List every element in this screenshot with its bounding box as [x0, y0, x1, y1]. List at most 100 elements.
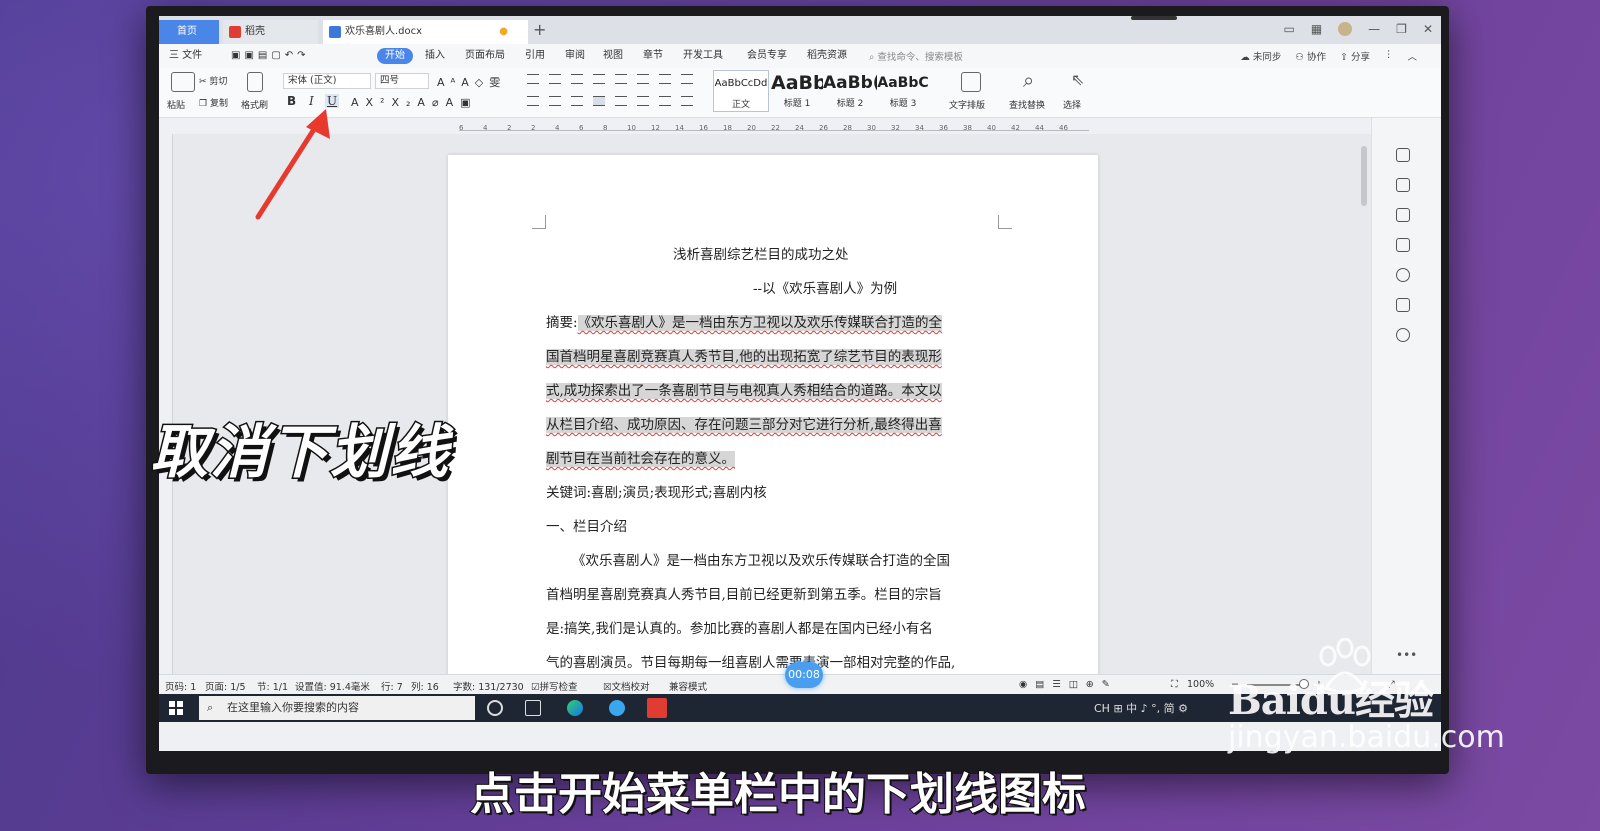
wps-app-icon[interactable] [647, 698, 667, 718]
cut-button[interactable]: ✂ 剪切 [199, 74, 227, 87]
doc-proof-button[interactable]: ☒文档校对 [603, 679, 650, 693]
taskbar-search-box[interactable]: ⌕ 在这里输入你要搜索的内容 [199, 696, 475, 720]
ruler-tick: 10 [627, 124, 636, 132]
align-justify-icon[interactable] [593, 96, 605, 106]
format-painter-icon[interactable] [247, 72, 263, 92]
fit-icon[interactable]: ⛶ [1171, 679, 1178, 690]
tab-document[interactable]: 欢乐喜剧人.docx ● [323, 20, 528, 44]
numbered-list-icon[interactable] [549, 74, 561, 84]
more-icon[interactable]: ⋮ [1384, 49, 1394, 63]
style-heading-1[interactable]: AaBb 标题 1 [771, 70, 823, 112]
menu-file[interactable]: 三 文件 [169, 48, 202, 64]
close-icon[interactable]: ✕ [1423, 22, 1433, 36]
align-center-icon[interactable] [549, 96, 561, 106]
windows-start-icon[interactable] [169, 701, 183, 715]
person-icon: ⚇ [1295, 52, 1307, 63]
sort-icon[interactable] [615, 74, 627, 84]
show-marks-icon[interactable] [637, 74, 649, 84]
indent-increase-icon[interactable] [593, 74, 605, 84]
paragraph-spacing-icon[interactable] [637, 96, 649, 106]
apps-grid-icon[interactable]: ▦ [1311, 22, 1322, 36]
collapse-ribbon-icon[interactable]: ︿ [1407, 49, 1417, 63]
line-spacing-icon[interactable] [659, 74, 671, 84]
font-family-select[interactable]: 宋体 (正文) [283, 73, 371, 89]
window-controls: ▭ ▦ — ❐ ✕ [1283, 22, 1433, 36]
help-icon[interactable] [1396, 268, 1410, 282]
paste-icon[interactable] [171, 72, 195, 92]
menu-member[interactable]: 会员专享 [747, 48, 787, 64]
table-insert-icon[interactable] [681, 74, 693, 84]
settings-sliders-icon[interactable] [1396, 238, 1410, 252]
bullet-list-icon[interactable] [527, 74, 539, 84]
copy-button[interactable]: ❐ 复制 [199, 96, 228, 109]
zoom-level[interactable]: 100% [1187, 679, 1214, 690]
tab-docer[interactable]: 稻壳 [223, 20, 318, 44]
font-size-adjust-icons[interactable]: AᴬA◇雯 [437, 74, 506, 90]
text-layout-label[interactable]: 文字排版 [949, 98, 985, 111]
menu-chapter[interactable]: 章节 [643, 48, 663, 64]
image-icon[interactable] [1396, 298, 1410, 312]
command-search[interactable]: ⌕ 查找命令、搜索模板 [869, 49, 963, 63]
horizontal-ruler[interactable]: 6 4 2 2 4 6 8 10 12 14 16 18 20 22 24 26 28 30 32 34 36 38 40 4… [159, 118, 1441, 134]
task-view-icon[interactable] [525, 700, 541, 716]
spell-check-toggle[interactable]: ☑拼写检查 [531, 679, 578, 693]
magnifier-icon[interactable]: ⌕ [1023, 68, 1034, 92]
edge-browser-icon[interactable] [567, 700, 583, 716]
system-tray[interactable]: CH ⊞ 中 ♪ °, 简 ⚙ [1094, 700, 1188, 716]
ruler-tick: 40 [987, 124, 996, 132]
menu-insert[interactable]: 插入 [425, 48, 445, 64]
menu-review[interactable]: 审阅 [565, 48, 585, 64]
ruler-tick: 42 [1011, 124, 1020, 132]
collab-button[interactable]: ⚇ 协作 [1295, 49, 1326, 63]
vertical-ruler[interactable] [159, 134, 173, 674]
new-tab-button[interactable]: + [533, 20, 546, 39]
shading-icon[interactable] [659, 96, 671, 106]
avatar[interactable] [1338, 22, 1353, 36]
keywords-line: 关键词:喜剧;演员;表现形式;喜剧内核 [546, 485, 767, 501]
quick-access-icons[interactable]: ▣▣▤▢↶↷ [231, 48, 310, 64]
tab-home[interactable]: 首页 [159, 20, 219, 44]
find-replace-label[interactable]: 查找替换 [1009, 98, 1045, 111]
ruler-tick: 46 [1059, 124, 1068, 132]
more-panel-icon[interactable]: ••• [1396, 648, 1417, 662]
sync-button[interactable]: ☁ 未同步 [1240, 49, 1281, 63]
text-effect-icons[interactable]: AX²X₂A⌀A▣ [351, 96, 477, 109]
borders-icon[interactable] [681, 96, 693, 106]
align-right-icon[interactable] [571, 96, 583, 106]
menu-start[interactable]: 开始 [377, 48, 413, 64]
menu-docer-resources[interactable]: 稻壳资源 [807, 48, 847, 64]
minimize-icon[interactable]: — [1368, 22, 1380, 36]
body-line: 是:搞笑,我们是认真的。参加比赛的喜剧人都是在国内已经小有名 [546, 621, 933, 637]
text-layout-icon[interactable] [961, 72, 981, 92]
menu-bar: 三 文件 ▣▣▤▢↶↷ 开始 插入 页面布局 引用 审阅 视图 章节 开发工具 … [159, 44, 1441, 68]
share-button[interactable]: ⇪ 分享 [1340, 49, 1370, 63]
menu-references[interactable]: 引用 [525, 48, 545, 64]
style-heading-2[interactable]: AaBb( 标题 2 [823, 70, 877, 112]
align-left-icon[interactable] [527, 96, 539, 106]
distribute-icon[interactable] [615, 96, 627, 106]
body-line: 《欢乐喜剧人》是一档由东方卫视以及欢乐传媒联合打造的全国 [572, 553, 950, 569]
document-page[interactable]: 浅析喜剧综艺栏目的成功之处 --以《欢乐喜剧人》为例 摘要:《欢乐喜剧人》是一档… [448, 155, 1098, 685]
font-size-select[interactable]: 四号 [375, 73, 429, 89]
view-mode-icons[interactable]: ◉▤☰◫⊕✎ [1019, 679, 1118, 690]
layout-icon[interactable]: ▭ [1283, 22, 1294, 36]
share-panel-icon[interactable] [1396, 328, 1410, 342]
menu-developer[interactable]: 开发工具 [683, 48, 723, 64]
menu-page-layout[interactable]: 页面布局 [465, 48, 505, 64]
rocket-icon[interactable] [1396, 148, 1410, 162]
select-label[interactable]: 选择 [1063, 98, 1081, 111]
restore-icon[interactable]: ❐ [1396, 22, 1407, 36]
cortana-icon[interactable] [487, 700, 503, 716]
pen-icon[interactable] [1396, 178, 1410, 192]
browser-icon[interactable] [609, 700, 625, 716]
indent-decrease-icon[interactable] [571, 74, 583, 84]
style-heading-3[interactable]: AaBbC 标题 3 [877, 70, 929, 112]
watermark-url: jingyan.baidu.com [1228, 720, 1505, 755]
menu-view[interactable]: 视图 [603, 48, 623, 64]
ruler-tick: 2 [507, 124, 512, 132]
vertical-scrollbar[interactable] [1361, 146, 1367, 206]
pointer-icon[interactable] [1396, 208, 1410, 222]
cursor-select-icon[interactable]: ⇖ [1071, 70, 1084, 89]
style-normal[interactable]: AaBbCcDd 正文 [713, 70, 769, 112]
status-words[interactable]: 字数: 131/2730 [453, 679, 524, 693]
